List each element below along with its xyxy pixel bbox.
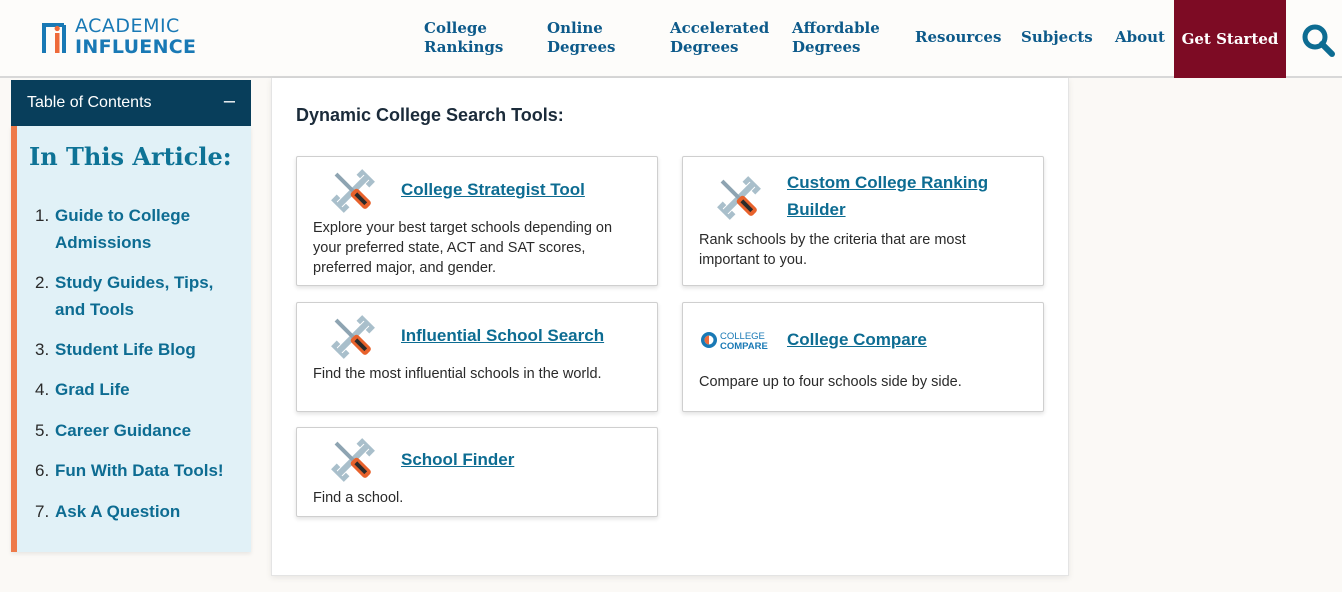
toc-link-grad-life[interactable]: Grad Life (55, 376, 245, 403)
toc-item-number: 6. (35, 461, 50, 480)
logo-line-academic: ACADEMIC (75, 15, 180, 37)
tool-card-college-compare: COLLEGE COMPARE College Compare Compare … (682, 302, 1044, 412)
tools-icon (331, 438, 375, 482)
logo-mark-icon (42, 23, 66, 53)
nav-accelerated-degrees[interactable]: Accelerated Degrees (670, 19, 769, 57)
toc-link-data-tools[interactable]: Fun With Data Tools! (55, 457, 245, 484)
college-compare-logo: COLLEGE COMPARE (701, 331, 768, 351)
toc-item-number: 7. (35, 502, 50, 521)
nav-online-degrees[interactable]: Online Degrees (547, 19, 615, 57)
toc-title: In This Article: (29, 142, 232, 171)
tool-card-college-strategist: College Strategist Tool Explore your bes… (296, 156, 658, 286)
logo-line-influence: INFLUENCE (75, 36, 197, 58)
toc-header-label: Table of Contents (27, 94, 152, 111)
nav-label: Online (547, 19, 603, 37)
toc-item-number: 5. (35, 421, 50, 440)
tool-card-influential-search: Influential School Search Find the most … (296, 302, 658, 412)
section-title: Dynamic College Search Tools: (296, 105, 564, 125)
site-header: ACADEMIC INFLUENCE College Rankings Onli… (0, 0, 1342, 78)
nav-subjects[interactable]: Subjects (1021, 28, 1093, 47)
card-description: Explore your best target schools dependi… (313, 220, 613, 276)
college-compare-link[interactable]: College Compare (787, 326, 1027, 353)
card-description: Find the most influential schools in the… (313, 366, 602, 382)
nav-label: College (424, 19, 487, 37)
search-icon[interactable] (1300, 22, 1336, 58)
nav-label: Degrees (670, 38, 739, 56)
tools-icon (331, 169, 375, 213)
tool-card-school-finder: School Finder Find a school. (296, 427, 658, 517)
card-description: Rank schools by the criteria that are mo… (699, 232, 966, 268)
nav-label: Degrees (792, 38, 861, 56)
toc-link-ask-question[interactable]: Ask A Question (55, 498, 245, 525)
nav-resources[interactable]: Resources (915, 28, 1001, 47)
nav-college-rankings[interactable]: College Rankings (424, 19, 503, 57)
get-started-button[interactable]: Get Started (1174, 0, 1286, 78)
influential-school-search-link[interactable]: Influential School Search (401, 322, 641, 349)
toc-item-number: 3. (35, 340, 50, 359)
main-content-panel: Dynamic College Search Tools: College St… (271, 78, 1069, 576)
toc-link-student-life[interactable]: Student Life Blog (55, 336, 245, 363)
nav-label: Accelerated (670, 19, 770, 37)
tools-icon (331, 315, 375, 359)
toc-item-number: 1. (35, 206, 50, 225)
tool-card-custom-ranking: Custom College Ranking Builder Rank scho… (682, 156, 1044, 286)
toc-link-study-guides[interactable]: Study Guides, Tips, and Tools (55, 269, 245, 323)
card-description: Find a school. (313, 490, 404, 506)
toc-panel: In This Article: 1. Guide to College Adm… (11, 126, 251, 552)
custom-ranking-builder-link[interactable]: Custom College Ranking Builder (787, 169, 1027, 223)
nav-label: Rankings (424, 38, 504, 56)
toc-item-number: 2. (35, 273, 50, 292)
toc-header[interactable]: Table of Contents – (11, 80, 251, 126)
school-finder-link[interactable]: School Finder (401, 446, 641, 473)
collapse-icon[interactable]: – (224, 90, 235, 113)
logo-text: ACADEMIC INFLUENCE (75, 17, 196, 57)
nav-label: Affordable (792, 19, 880, 37)
toc-link-college-admissions[interactable]: Guide to College Admissions (55, 202, 245, 256)
nav-affordable-degrees[interactable]: Affordable Degrees (792, 19, 880, 57)
college-strategist-link[interactable]: College Strategist Tool (401, 176, 641, 203)
academic-influence-logo[interactable]: ACADEMIC INFLUENCE (42, 17, 196, 57)
nav-about[interactable]: About (1115, 28, 1165, 47)
nav-label: Degrees (547, 38, 616, 56)
card-description: Compare up to four schools side by side. (699, 374, 962, 390)
toc-item-number: 4. (35, 380, 50, 399)
tools-icon (717, 176, 761, 220)
toc-link-career-guidance[interactable]: Career Guidance (55, 417, 245, 444)
cc-logo-line2: COMPARE (720, 341, 768, 351)
